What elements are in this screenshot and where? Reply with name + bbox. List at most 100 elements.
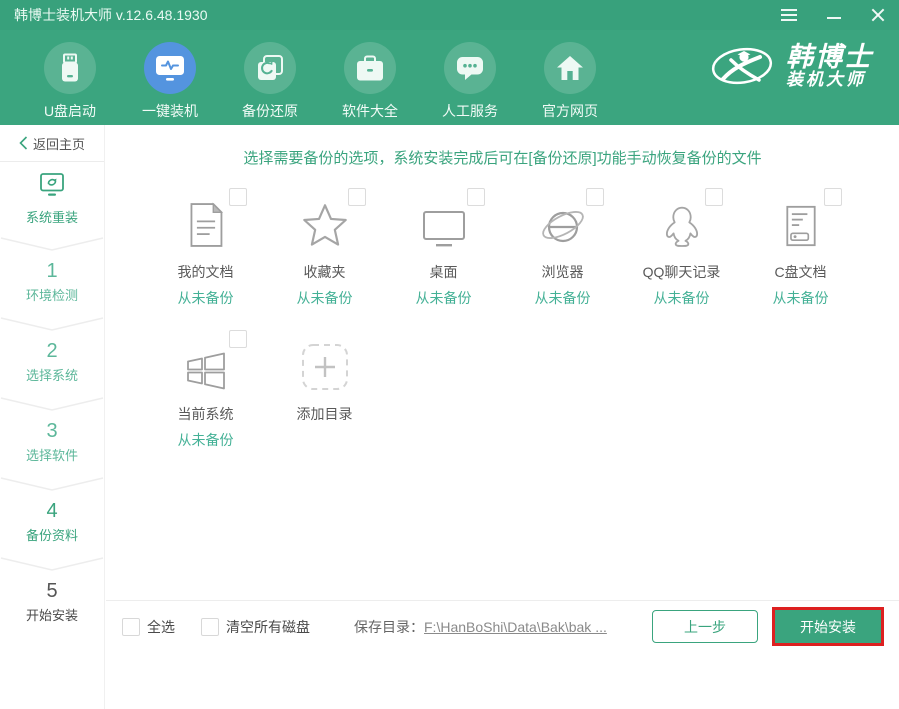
sidebar: 返回主页 系统重装 1 环境检测 2 选择系统 [0,125,105,709]
footer-bar: 全选 清空所有磁盘 保存目录：F:\HanBoShi\Data\Bak\bak … [106,600,899,652]
checkbox[interactable] [824,188,842,206]
save-directory-link[interactable]: F:\HanBoShi\Data\Bak\bak ... [424,619,607,635]
item-label: 收藏夹 [304,262,346,282]
window-title: 韩博士装机大师 v.12.6.48.1930 [14,5,207,25]
checkbox[interactable] [705,188,723,206]
nav-item-support[interactable]: 人工服务 [420,30,520,125]
backup-items-grid: 我的文档 从未备份 收藏夹 从未备份 桌面 从未备份 [146,186,886,470]
step-number: 3 [0,420,104,442]
chevron-left-icon [19,136,28,150]
sidebar-step-backup-data: 4 备份资料 [0,500,104,546]
select-all-checkbox[interactable] [122,618,140,636]
item-label: 桌面 [430,262,458,282]
nav-item-usb-boot[interactable]: U盘启动 [20,30,120,125]
system-reinstall-icon [38,172,66,198]
install-button-highlight: 开始安装 [772,607,884,646]
sidebar-step-start-install: 5 开始安装 [0,580,104,626]
step-divider-chevron [0,556,104,572]
nav-item-backup-restore[interactable]: 备份还原 [220,30,320,125]
item-label: C盘文档 [774,262,826,282]
item-label: QQ聊天记录 [643,262,721,282]
backup-item-favorites[interactable]: 收藏夹 从未备份 [265,186,384,328]
nav-label: 官方网页 [542,101,598,121]
windows-icon [183,340,229,392]
item-label: 我的文档 [178,262,234,282]
nav-label: 软件大全 [342,101,398,121]
nav-item-official-site[interactable]: 官方网页 [520,30,620,125]
backup-item-browser[interactable]: 浏览器 从未备份 [503,186,622,328]
menu-icon[interactable] [781,9,797,21]
backup-item-desktop[interactable]: 桌面 从未备份 [384,186,503,328]
step-divider-chevron [0,476,104,492]
logo-figure-icon [710,42,774,90]
step-label: 选择软件 [0,445,104,464]
item-status: 从未备份 [297,288,353,308]
step-divider-chevron [0,316,104,332]
add-directory-button[interactable]: 添加目录 [265,328,384,470]
checkbox[interactable] [229,330,247,348]
step-divider-chevron [0,236,104,252]
sidebar-step-choose-software: 3 选择软件 [0,420,104,466]
logo-line1: 韩博士 [786,43,873,71]
sidebar-item-label: 系统重装 [0,207,104,226]
item-label: 添加目录 [297,404,353,424]
item-status: 从未备份 [178,430,234,450]
back-to-home-button[interactable]: 返回主页 [0,125,104,162]
sidebar-step-env-check: 1 环境检测 [0,260,104,306]
close-icon[interactable] [871,8,885,22]
chat-icon [444,42,496,94]
nav-label: 备份还原 [242,101,298,121]
backup-item-c-drive-docs[interactable]: C盘文档 从未备份 [741,186,860,328]
item-label: 当前系统 [178,404,234,424]
titlebar: 韩博士装机大师 v.12.6.48.1930 [0,0,899,30]
nav-item-one-key-install[interactable]: 一键装机 [120,30,220,125]
checkbox[interactable] [467,188,485,206]
checkbox[interactable] [348,188,366,206]
item-status: 从未备份 [654,288,710,308]
backup-item-current-system[interactable]: 当前系统 从未备份 [146,328,265,470]
step-number: 2 [0,340,104,362]
c-drive-doc-icon [780,198,822,250]
home-icon [544,42,596,94]
add-directory-icon [300,340,350,392]
step-number: 5 [0,580,104,602]
item-status: 从未备份 [535,288,591,308]
instruction-text: 选择需要备份的选项，系统安装完成后可在[备份还原]功能手动恢复备份的文件 [106,147,899,168]
backup-item-qq-history[interactable]: QQ聊天记录 从未备份 [622,186,741,328]
nav-item-software[interactable]: 软件大全 [320,30,420,125]
step-number: 1 [0,260,104,282]
item-status: 从未备份 [773,288,829,308]
logo-line2: 装机大师 [786,71,873,89]
back-label: 返回主页 [33,134,85,153]
star-icon [301,198,349,250]
minimize-icon[interactable] [827,17,841,19]
document-icon [186,198,226,250]
item-status: 从未备份 [416,288,472,308]
start-install-button[interactable]: 开始安装 [775,610,881,643]
step-label: 环境检测 [0,285,104,304]
brand-logo: 韩博士 装机大师 [710,42,873,90]
desktop-icon [420,198,468,250]
step-label: 开始安装 [0,605,104,624]
usb-icon [44,42,96,94]
save-directory: 保存目录：F:\HanBoShi\Data\Bak\bak ... [354,617,607,637]
nav-label: 人工服务 [442,101,498,121]
step-label: 备份资料 [0,525,104,544]
app-window: 韩博士装机大师 v.12.6.48.1930 U盘启动 [0,0,899,709]
sidebar-item-system-reinstall[interactable]: 系统重装 [0,172,104,226]
backup-item-my-documents[interactable]: 我的文档 从未备份 [146,186,265,328]
checkbox[interactable] [229,188,247,206]
briefcase-icon [344,42,396,94]
select-all-label: 全选 [147,617,175,637]
monitor-pulse-icon [144,42,196,94]
step-divider-chevron [0,396,104,412]
previous-step-button[interactable]: 上一步 [652,610,758,643]
clear-all-disks-label: 清空所有磁盘 [226,617,310,637]
step-label: 选择系统 [0,365,104,384]
step-number: 4 [0,500,104,522]
nav-label: 一键装机 [142,101,198,121]
checkbox[interactable] [586,188,604,206]
save-directory-label: 保存目录： [354,619,424,635]
qq-penguin-icon [660,198,704,250]
clear-all-disks-checkbox[interactable] [201,618,219,636]
